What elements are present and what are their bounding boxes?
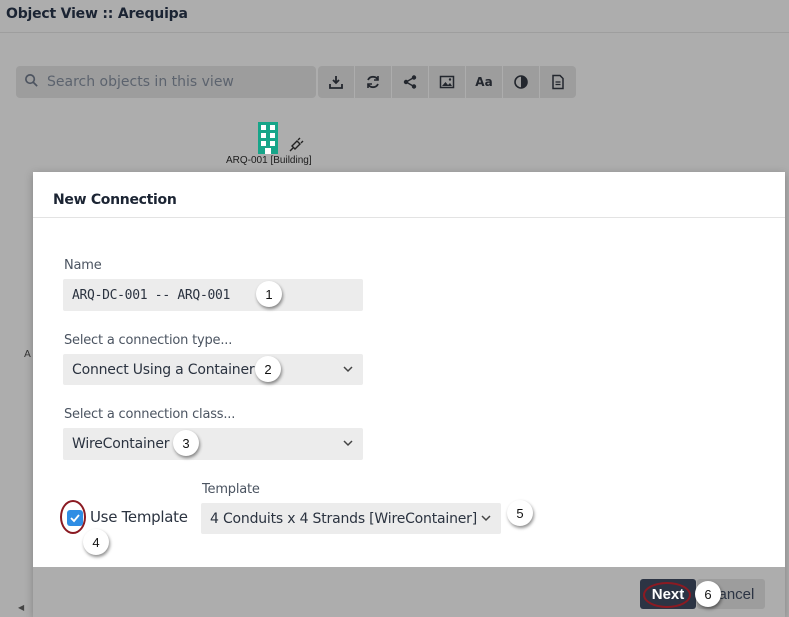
image-button[interactable]	[429, 66, 465, 98]
share-icon	[403, 75, 417, 89]
use-template-label[interactable]: Use Template	[90, 508, 188, 526]
image-icon	[439, 75, 455, 89]
share-button[interactable]	[392, 66, 428, 98]
name-field[interactable]: ARQ-DC-001 -- ARQ-001	[63, 279, 363, 311]
canvas-edge-label: A	[24, 349, 31, 360]
download-button[interactable]	[318, 66, 354, 98]
refresh-icon	[367, 75, 379, 89]
document-icon	[552, 74, 564, 90]
refresh-button[interactable]	[355, 66, 391, 98]
chevron-down-icon	[481, 515, 491, 522]
download-icon	[329, 76, 343, 89]
chevron-down-icon	[343, 440, 353, 447]
next-button[interactable]: Next	[640, 579, 696, 609]
callout-badge: 1	[256, 281, 282, 307]
building-node-label: ARQ-001 [Building]	[226, 155, 312, 166]
dialog-title: New Connection	[33, 172, 785, 218]
connection-type-value: Connect Using a Container	[72, 361, 255, 378]
name-label: Name	[64, 258, 102, 273]
name-value: ARQ-DC-001 -- ARQ-001	[72, 287, 231, 303]
plug-icon[interactable]	[287, 136, 305, 154]
search-box[interactable]	[16, 66, 316, 98]
callout-badge: 3	[173, 430, 199, 456]
use-template-checkbox[interactable]	[67, 510, 83, 526]
dialog-footer: Cancel Next 6	[33, 567, 785, 617]
contrast-icon	[514, 75, 528, 89]
connection-type-label: Select a connection type...	[64, 333, 233, 348]
template-select[interactable]: 4 Conduits x 4 Strands [WireContainer]	[201, 503, 501, 534]
page-title: Object View :: Arequipa	[6, 6, 188, 22]
checkmark-icon	[70, 514, 80, 523]
callout-badge: 2	[255, 356, 281, 382]
font-button[interactable]: Aa	[466, 66, 502, 98]
scroll-left-arrow-icon[interactable]: ◀	[18, 603, 24, 612]
callout-badge: 5	[507, 500, 533, 526]
contrast-button[interactable]	[503, 66, 539, 98]
connection-type-select[interactable]: Connect Using a Container	[63, 354, 363, 385]
app-header: Object View :: Arequipa	[0, 0, 789, 33]
view-toolbar: Aa	[318, 66, 577, 98]
chevron-down-icon	[343, 366, 353, 373]
template-label: Template	[202, 482, 260, 497]
connection-class-label: Select a connection class...	[64, 407, 236, 422]
building-icon	[258, 122, 278, 154]
font-icon: Aa	[475, 75, 493, 89]
callout-badge: 4	[83, 529, 109, 555]
document-button[interactable]	[540, 66, 576, 98]
connection-class-value: WireContainer	[72, 436, 170, 452]
template-value: 4 Conduits x 4 Strands [WireContainer]	[210, 510, 477, 527]
search-icon	[24, 73, 39, 92]
connection-class-select[interactable]: WireContainer	[63, 428, 363, 460]
search-input[interactable]	[45, 73, 299, 91]
callout-badge: 6	[695, 581, 721, 607]
new-connection-dialog: New Connection Name ARQ-DC-001 -- ARQ-00…	[33, 172, 785, 617]
